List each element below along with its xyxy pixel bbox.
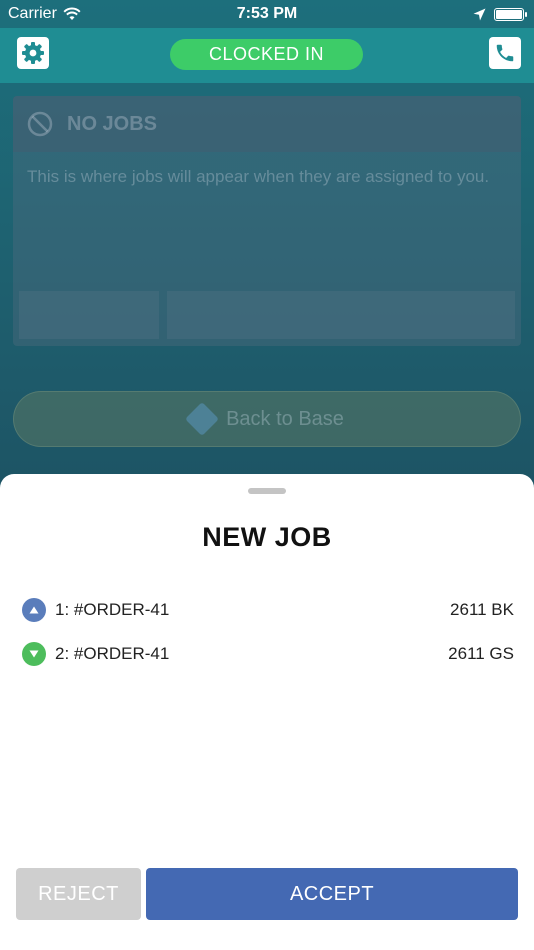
clocked-in-status-pill[interactable]: CLOCKED IN	[170, 39, 363, 70]
job-stop-row[interactable]: 1: #ORDER-41 2611 BK	[22, 597, 514, 623]
no-jobs-placeholder-right	[167, 291, 515, 339]
settings-button[interactable]	[17, 37, 49, 69]
sheet-drag-handle[interactable]	[248, 488, 286, 494]
accept-button[interactable]: ACCEPT	[146, 868, 518, 920]
no-jobs-header: NO JOBS	[13, 96, 521, 152]
directions-icon	[185, 402, 220, 436]
battery-icon	[494, 7, 527, 21]
no-jobs-card: NO JOBS This is where jobs will appear w…	[13, 96, 521, 346]
top-nav-bar: CLOCKED IN	[0, 28, 534, 83]
job-stop-label: 1: #ORDER-41	[55, 600, 170, 619]
job-stop-postal-code: 2611 BK	[450, 600, 514, 619]
job-stop-label: 2: #ORDER-41	[55, 644, 170, 663]
back-to-base-button: Back to Base	[13, 391, 521, 447]
jobs-background: NO JOBS This is where jobs will appear w…	[0, 83, 534, 483]
call-button[interactable]	[489, 37, 521, 69]
new-job-sheet: NEW JOB 1: #ORDER-41 2611 BK 2: #ORDER-4…	[0, 474, 534, 950]
status-bar: Carrier 7:53 PM	[0, 0, 534, 28]
no-jobs-message: This is where jobs will appear when they…	[27, 167, 490, 186]
phone-icon	[496, 44, 514, 62]
gear-icon	[22, 42, 44, 64]
no-jobs-title: NO JOBS	[67, 112, 158, 135]
dropoff-arrow-down-icon	[22, 642, 46, 666]
reject-button[interactable]: REJECT	[16, 868, 141, 920]
back-to-base-label: Back to Base	[226, 407, 344, 430]
pickup-arrow-up-icon	[22, 598, 46, 622]
job-stop-row[interactable]: 2: #ORDER-41 2611 GS	[22, 641, 514, 667]
prohibited-icon	[27, 111, 53, 137]
sheet-title: NEW JOB	[202, 522, 332, 552]
job-stop-postal-code: 2611 GS	[448, 644, 514, 663]
no-jobs-placeholder-left	[19, 291, 159, 339]
clock-time: 7:53 PM	[236, 5, 298, 22]
